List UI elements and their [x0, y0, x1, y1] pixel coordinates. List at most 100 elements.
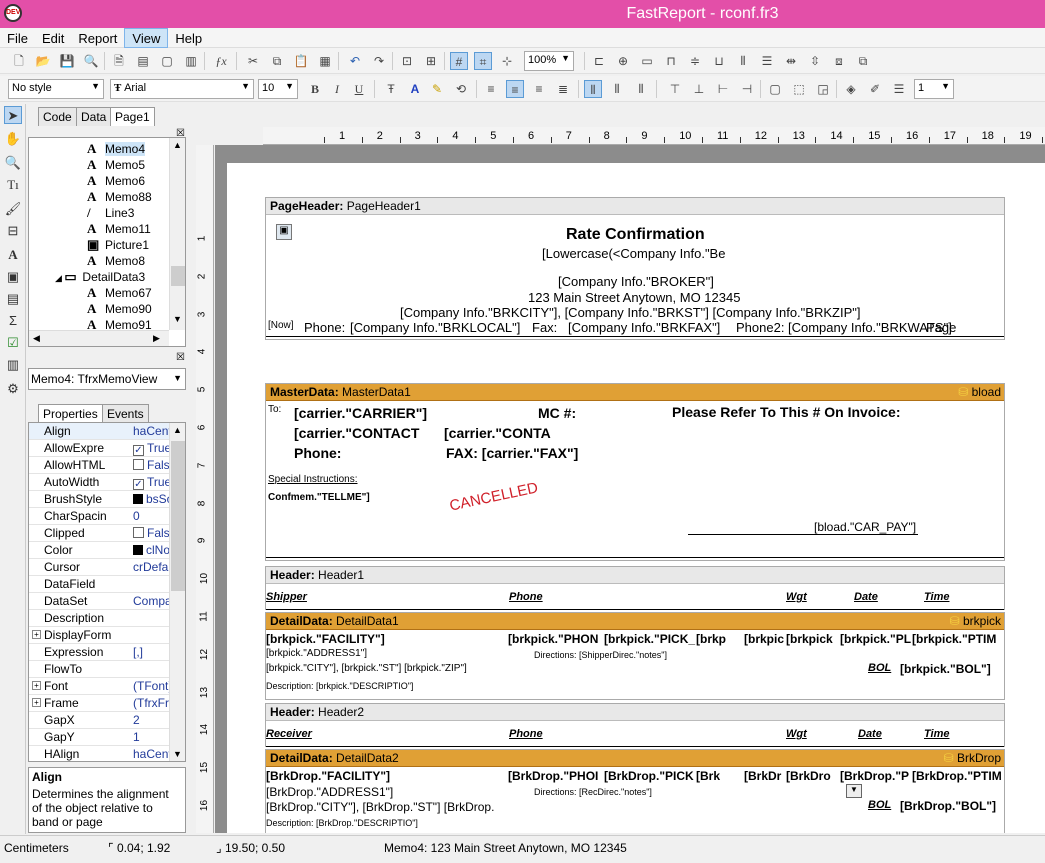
property-row[interactable]: DataSetCompany In — [29, 593, 185, 610]
memo-p[interactable]: [BrkDrop."P — [840, 769, 909, 783]
space-vertically-icon[interactable]: ☰ — [758, 52, 776, 70]
property-row[interactable]: CharSpacin 0 — [29, 508, 185, 525]
paste-icon[interactable]: 📋 — [292, 52, 310, 70]
align-bottoms-icon[interactable]: ⊔ — [710, 52, 728, 70]
property-row[interactable]: Clipped False — [29, 525, 185, 542]
tree-item[interactable]: A Memo5 — [87, 157, 145, 173]
barcode-tool-icon[interactable]: ▥ — [4, 356, 22, 374]
menu-file[interactable]: File — [0, 29, 35, 49]
tree-item[interactable]: A Memo11 — [87, 221, 151, 237]
memo-phone-value[interactable]: [Company Info."BRKLOCAL"] — [350, 320, 520, 335]
redo-icon[interactable]: ↷ — [370, 52, 388, 70]
memo-contact[interactable]: [carrier."CONTACT — [294, 425, 419, 441]
send-to-back-icon[interactable]: ⧉ — [854, 52, 872, 70]
menu-edit[interactable]: Edit — [35, 29, 71, 49]
property-row[interactable]: AllowHTML False — [29, 457, 185, 474]
memo-fax-value[interactable]: [Company Info."BRKFAX"] — [568, 320, 720, 335]
text-align-center-icon[interactable]: ≡ — [506, 80, 524, 98]
frame-width-combo[interactable]: 1 ▼ — [914, 79, 954, 99]
memo-facility[interactable]: [brkpick."FACILITY"] — [266, 632, 385, 646]
format-copy-tool-icon[interactable]: 🖌 — [4, 200, 22, 218]
align-centers-icon[interactable]: ⊕ — [614, 52, 632, 70]
memo-ptime[interactable]: [brkpick."PTIM — [912, 632, 996, 646]
band-header2[interactable]: Header: Header2 Receiver Phone Wgt Date … — [265, 703, 1005, 747]
band-master-data[interactable]: MasterData: MasterData1 ⛁ bload To: [carr… — [265, 383, 1005, 561]
memo-pl[interactable]: [brkpick."PL — [840, 632, 911, 646]
undo-icon[interactable]: ↶ — [346, 52, 364, 70]
memo-pick[interactable]: [BrkDrop."PICK — [604, 769, 694, 783]
expand-icon[interactable]: + — [32, 698, 41, 707]
memo-contact2[interactable]: [carrier."CONTA — [444, 425, 551, 441]
highlight-icon[interactable]: ✎ — [428, 80, 446, 98]
design-canvas[interactable]: PageHeader: PageHeader1 ▣ Rate Confirmat… — [215, 145, 1045, 833]
frame-bottom-icon[interactable]: ⊥ — [690, 80, 708, 98]
cut-icon[interactable]: ✂ — [244, 52, 262, 70]
property-row[interactable]: GapX 2 — [29, 712, 185, 729]
memo-brkpic[interactable]: [brkpic — [744, 632, 784, 646]
band-detail-data1[interactable]: DetailData: DetailData1 ⛁ brkpick [brkpic… — [265, 612, 1005, 700]
col-phone[interactable]: Phone — [509, 591, 543, 603]
new-page-icon[interactable]: 🗎 — [110, 52, 128, 70]
dropdown-icon[interactable]: ▼ — [846, 784, 862, 798]
tab-code[interactable]: Code — [38, 107, 77, 126]
tab-properties[interactable]: Properties — [38, 404, 103, 423]
memo-car-pay[interactable]: [bload."CAR_PAY"] — [814, 520, 916, 534]
col-receiver[interactable]: Receiver — [266, 728, 312, 740]
subreport-tool-icon[interactable]: ▤ — [4, 290, 22, 308]
text-justify-icon[interactable]: ≣ — [554, 80, 572, 98]
variables-icon[interactable]: ƒx — [212, 52, 230, 70]
memo-facility[interactable]: [BrkDrop."FACILITY"] — [266, 769, 390, 783]
memo-bol-label[interactable]: BOL — [868, 662, 891, 674]
memo-to[interactable]: To: — [268, 404, 281, 415]
band-tool-icon[interactable]: ⊟ — [4, 222, 22, 240]
col-shipper[interactable]: Shipper — [266, 591, 307, 603]
memo-description[interactable]: Description: [brkpick."DESCRIPTIO"] — [266, 681, 413, 691]
checkbox-checked[interactable]: ✓ — [133, 479, 144, 490]
memo-bol[interactable]: [BrkDrop."BOL"] — [900, 799, 996, 813]
memo-phone-label[interactable]: Phone: — [304, 320, 345, 335]
col-phone[interactable]: Phone — [509, 728, 543, 740]
property-row[interactable]: HAlign haCenter — [29, 746, 185, 761]
zoom-tool-icon[interactable]: 🔍 — [4, 154, 22, 172]
checkbox-unchecked[interactable] — [133, 459, 144, 470]
font-settings-icon[interactable]: Ŧ — [382, 80, 400, 98]
property-row[interactable]: Align haCenter — [29, 423, 185, 440]
band-page-header[interactable]: PageHeader: PageHeader1 ▣ Rate Confirmat… — [265, 197, 1005, 340]
checkbox-checked[interactable]: ✓ — [133, 445, 144, 456]
col-date[interactable]: Date — [858, 728, 882, 740]
tree-hscrollbar[interactable]: ◀ ▶ — [29, 330, 169, 346]
property-row[interactable]: AllowExpre ✓ True — [29, 440, 185, 457]
tree-item[interactable]: A Memo4 — [87, 141, 146, 157]
property-row[interactable]: +Frame(TfrxFrame — [29, 695, 185, 712]
more-objects-icon[interactable]: ⚙ — [4, 380, 22, 398]
style-combo[interactable]: No style ▼ — [8, 79, 104, 99]
memo-phone[interactable]: [brkpick."PHON — [508, 632, 598, 646]
tab-data[interactable]: Data — [76, 107, 112, 126]
tab-page1[interactable]: Page1 — [110, 107, 155, 126]
checkbox-unchecked[interactable] — [133, 527, 144, 538]
memo-title[interactable]: Rate Confirmation — [566, 226, 705, 244]
col-time[interactable]: Time — [924, 591, 949, 603]
zoom-combo[interactable]: 100% ▼ — [524, 51, 574, 71]
select-tool-icon[interactable]: ➤ — [4, 106, 22, 124]
frame-left-icon[interactable]: ⊢ — [714, 80, 732, 98]
space-horizontally-icon[interactable]: ⫴ — [734, 52, 752, 70]
memo-tool-icon[interactable]: A — [4, 246, 22, 264]
memo-brkpick[interactable]: [brkpick — [786, 632, 833, 646]
text-middle-icon[interactable]: ⦀ — [608, 80, 626, 98]
memo-now[interactable]: [Now] — [268, 320, 294, 331]
property-row[interactable]: BrushStyle bsSolid — [29, 491, 185, 508]
fill-color-icon[interactable]: ◈ — [842, 80, 860, 98]
frame-none-icon[interactable]: ⬚ — [790, 80, 808, 98]
frame-right-icon[interactable]: ⊣ — [738, 80, 756, 98]
memo-pick[interactable]: [brkpick."PICK_ — [604, 632, 695, 646]
new-report-icon[interactable]: 🗋 — [10, 52, 28, 70]
tree-item[interactable]: ▣ Picture1 — [87, 237, 149, 253]
same-width-icon[interactable]: ⇹ — [782, 52, 800, 70]
col-wgt[interactable]: Wgt — [786, 591, 807, 603]
memo-brkdr[interactable]: [BrkDr — [744, 769, 781, 783]
memo-brkdro[interactable]: [BrkDro — [786, 769, 831, 783]
property-row[interactable]: DataField — [29, 576, 185, 593]
memo-broker[interactable]: [Company Info."BROKER"] — [558, 274, 714, 289]
memo-phone2-label[interactable]: Phone2: — [736, 320, 784, 335]
